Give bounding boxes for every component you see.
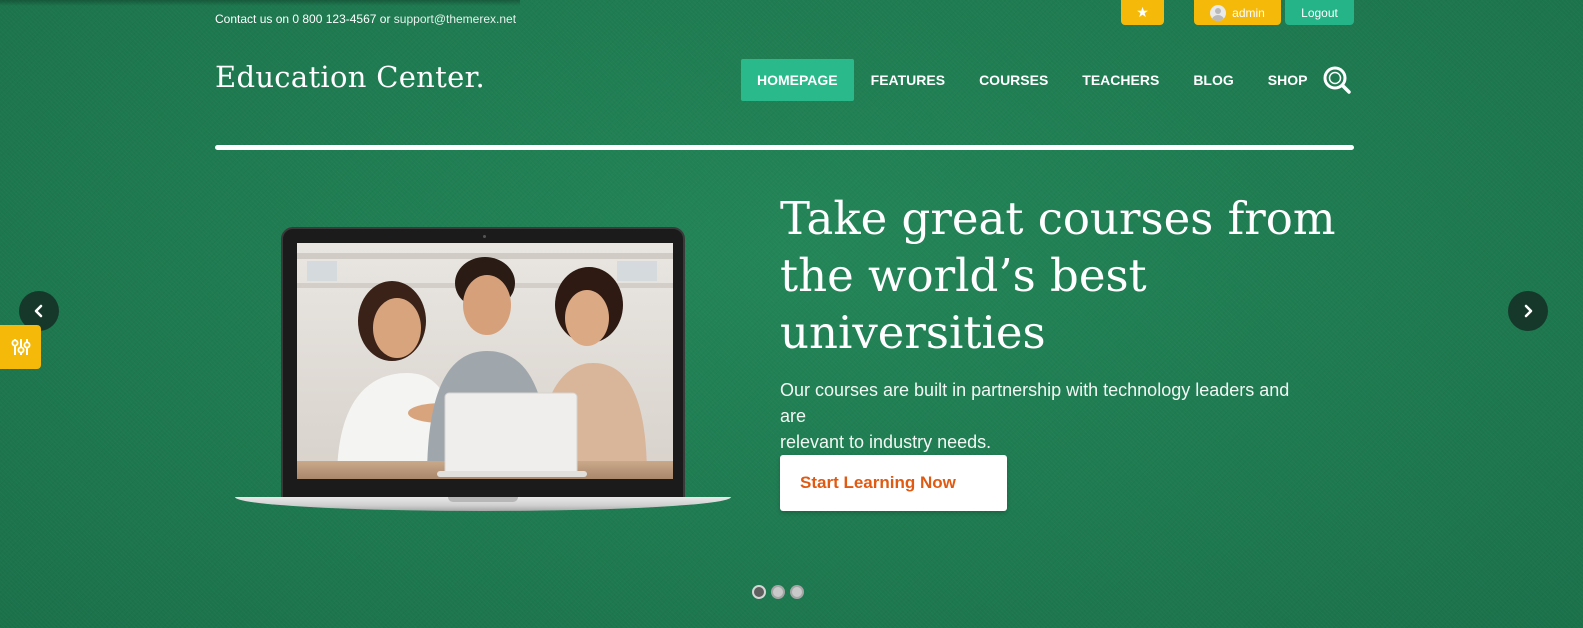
user-menu-button[interactable]: admin bbox=[1194, 0, 1281, 25]
user-name: admin bbox=[1232, 5, 1265, 20]
students-photo bbox=[297, 243, 673, 479]
hero-subtitle: Our courses are built in partnership wit… bbox=[780, 377, 1320, 455]
hero-title-line-3: universities bbox=[780, 306, 1046, 359]
contact-phone-text: Contact us on 0 800 123-4567 or bbox=[215, 12, 394, 26]
sliders-icon bbox=[11, 339, 30, 355]
hero-title-line-2: the world’s best bbox=[780, 249, 1147, 302]
hero-title: Take great courses from the world’s best… bbox=[780, 190, 1380, 361]
nav-item-blog[interactable]: BLOG bbox=[1176, 59, 1250, 101]
user-avatar-icon bbox=[1210, 4, 1227, 21]
nav-item-homepage[interactable]: HOMEPAGE bbox=[741, 59, 854, 101]
nav-item-courses[interactable]: COURSES bbox=[962, 59, 1065, 101]
hero-title-line-1: Take great courses from bbox=[780, 192, 1336, 245]
search-icon[interactable] bbox=[1322, 65, 1352, 95]
hero-subtitle-line-1: Our courses are built in partnership wit… bbox=[780, 380, 1290, 426]
laptop-lid bbox=[281, 227, 685, 499]
laptop-camera bbox=[483, 235, 486, 238]
logout-button[interactable]: Logout bbox=[1285, 0, 1354, 25]
contact-info: Contact us on 0 800 123-4567 or support@… bbox=[215, 12, 516, 26]
star-icon: ★ bbox=[1136, 4, 1149, 20]
slider-dot-1[interactable] bbox=[752, 585, 766, 599]
header-divider bbox=[215, 145, 1354, 150]
site-logo[interactable]: Education Center. bbox=[215, 60, 485, 94]
slider-dot-2[interactable] bbox=[771, 585, 785, 599]
nav-item-shop[interactable]: SHOP bbox=[1251, 59, 1325, 101]
bookmarks-button[interactable]: ★ bbox=[1121, 0, 1164, 25]
laptop-notch bbox=[448, 497, 518, 502]
slider-next-button[interactable] bbox=[1508, 291, 1548, 331]
slider-pagination bbox=[752, 585, 804, 599]
start-learning-button[interactable]: Start Learning Now bbox=[780, 455, 1007, 511]
laptop-illustration bbox=[235, 227, 731, 517]
chevron-right-icon bbox=[1524, 304, 1533, 318]
nav-item-teachers[interactable]: TEACHERS bbox=[1065, 59, 1176, 101]
main-nav: HOMEPAGE FEATURES COURSES TEACHERS BLOG … bbox=[741, 59, 1324, 101]
chevron-left-icon bbox=[34, 304, 43, 318]
contact-email-link[interactable]: support@themerex.net bbox=[394, 12, 516, 26]
top-shadow bbox=[0, 0, 520, 6]
nav-item-features[interactable]: FEATURES bbox=[854, 59, 962, 101]
customizer-toggle-button[interactable] bbox=[0, 325, 41, 369]
slider-dot-3[interactable] bbox=[790, 585, 804, 599]
hero-subtitle-line-2: relevant to industry needs. bbox=[780, 432, 992, 452]
